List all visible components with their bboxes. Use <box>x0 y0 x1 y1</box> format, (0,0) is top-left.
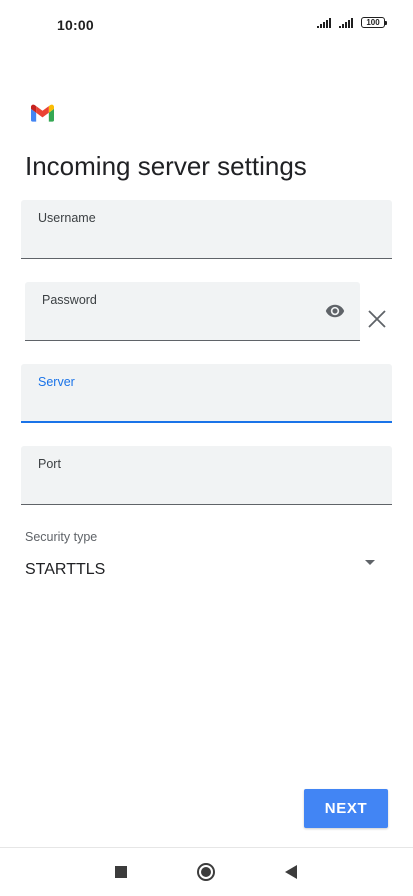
server-input[interactable] <box>38 395 375 415</box>
battery-icon: 100 <box>361 17 387 28</box>
server-field[interactable]: Server <box>21 364 392 423</box>
dropdown-arrow-icon[interactable] <box>365 560 375 565</box>
password-input[interactable] <box>42 314 310 334</box>
signal-icon <box>339 17 353 28</box>
port-label: Port <box>38 457 61 471</box>
security-type-label: Security type <box>25 530 98 544</box>
close-icon[interactable] <box>367 309 387 329</box>
status-bar: 10:00 100 <box>0 0 413 48</box>
battery-level: 100 <box>366 18 380 27</box>
signal-icon <box>317 17 331 28</box>
home-icon[interactable] <box>197 863 215 881</box>
server-label: Server <box>38 375 75 389</box>
username-field[interactable]: Username <box>21 200 392 259</box>
navigation-bar <box>0 847 413 896</box>
username-input[interactable] <box>38 232 375 252</box>
security-type-select[interactable]: STARTTLS <box>25 557 383 585</box>
password-field[interactable]: Password <box>25 282 360 341</box>
username-label: Username <box>38 211 96 225</box>
next-button[interactable]: NEXT <box>304 789 388 828</box>
status-icons: 100 <box>317 17 387 28</box>
port-field[interactable]: Port <box>21 446 392 505</box>
back-icon[interactable] <box>285 865 297 879</box>
eye-icon[interactable] <box>322 301 348 321</box>
status-time: 10:00 <box>57 17 94 33</box>
gmail-logo <box>31 104 54 122</box>
password-label: Password <box>42 293 97 307</box>
port-input[interactable] <box>38 478 375 498</box>
page-title: Incoming server settings <box>25 151 307 181</box>
security-type-value: STARTTLS <box>25 561 106 578</box>
recents-icon[interactable] <box>115 866 127 878</box>
